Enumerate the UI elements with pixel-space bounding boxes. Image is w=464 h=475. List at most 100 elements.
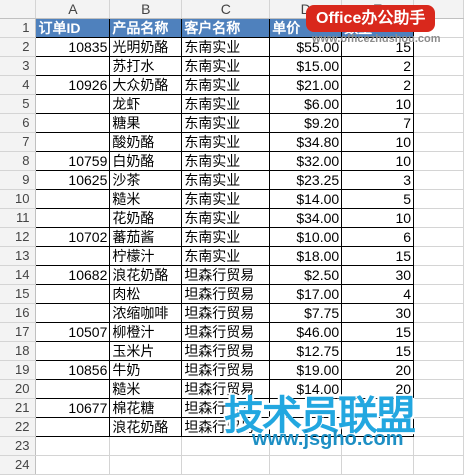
row-number[interactable]: 22 (0, 417, 37, 437)
customer-cell[interactable]: 东南实业 (181, 227, 271, 247)
empty-cell[interactable] (181, 455, 271, 475)
price-cell[interactable]: $6.00 (269, 94, 343, 114)
price-cell[interactable]: $23.25 (269, 170, 343, 190)
product-cell[interactable]: 糙米 (109, 189, 183, 209)
order-id-cell[interactable]: 10835 (35, 37, 111, 57)
column-header-c[interactable]: C (181, 0, 271, 19)
product-cell[interactable]: 花奶酪 (109, 208, 183, 228)
qty-cell[interactable]: 2 (341, 56, 415, 76)
customer-cell[interactable]: 东南实业 (181, 132, 271, 152)
customer-cell[interactable]: 坦森行贸易 (181, 265, 271, 285)
empty-cell[interactable] (413, 246, 464, 266)
qty-cell[interactable]: 15 (341, 341, 415, 361)
row-number[interactable]: 3 (0, 56, 37, 76)
row-number[interactable]: 11 (0, 208, 37, 228)
product-cell[interactable]: 糙米 (109, 379, 183, 399)
qty-cell[interactable]: 20 (341, 360, 415, 380)
order-id-cell[interactable] (35, 208, 111, 228)
customer-cell[interactable]: 东南实业 (181, 246, 271, 266)
price-cell[interactable]: $15.00 (269, 56, 343, 76)
product-cell[interactable]: 蕃茄酱 (109, 227, 183, 247)
order-id-cell[interactable] (35, 94, 111, 114)
qty-cell[interactable]: 2 (341, 75, 415, 95)
price-cell[interactable]: $18.00 (269, 246, 343, 266)
row-number[interactable]: 18 (0, 341, 37, 361)
row-number[interactable]: 21 (0, 398, 37, 418)
row-number[interactable]: 16 (0, 303, 37, 323)
price-cell[interactable]: $19.00 (269, 360, 343, 380)
empty-cell[interactable] (413, 341, 464, 361)
row-number[interactable]: 24 (0, 455, 37, 475)
row-number[interactable]: 6 (0, 113, 37, 133)
qty-cell[interactable]: 10 (341, 132, 415, 152)
empty-cell[interactable] (413, 151, 464, 171)
select-all-corner[interactable] (0, 0, 37, 19)
price-cell[interactable]: $46.00 (269, 322, 343, 342)
order-id-cell[interactable]: 10625 (35, 170, 111, 190)
product-cell[interactable]: 光明奶酪 (109, 37, 183, 57)
order-id-cell[interactable]: 10856 (35, 360, 111, 380)
product-cell[interactable]: 浪花奶酪 (109, 417, 183, 437)
order-id-cell[interactable]: 10759 (35, 151, 111, 171)
empty-cell[interactable] (413, 455, 464, 475)
row-number[interactable]: 12 (0, 227, 37, 247)
order-id-cell[interactable] (35, 189, 111, 209)
price-cell[interactable]: $34.80 (269, 132, 343, 152)
qty-cell[interactable]: 10 (341, 208, 415, 228)
order-id-cell[interactable]: 10926 (35, 75, 111, 95)
price-cell[interactable]: $10.00 (269, 227, 343, 247)
qty-cell[interactable]: 7 (341, 113, 415, 133)
product-cell[interactable]: 糖果 (109, 113, 183, 133)
empty-cell[interactable] (413, 265, 464, 285)
empty-cell[interactable] (413, 417, 464, 437)
price-cell[interactable]: $2.50 (269, 265, 343, 285)
customer-cell[interactable]: 东南实业 (181, 189, 271, 209)
qty-cell[interactable]: 10 (341, 94, 415, 114)
row-number[interactable]: 1 (0, 18, 37, 38)
customer-cell[interactable]: 坦森行贸易 (181, 284, 271, 304)
customer-cell[interactable]: 坦森行贸易 (181, 360, 271, 380)
order-id-cell[interactable] (35, 417, 111, 437)
row-number[interactable]: 2 (0, 37, 37, 57)
price-cell[interactable]: $34.00 (269, 208, 343, 228)
order-id-cell[interactable] (35, 113, 111, 133)
product-cell[interactable]: 白奶酪 (109, 151, 183, 171)
order-id-cell[interactable]: 10702 (35, 227, 111, 247)
order-id-cell[interactable] (35, 379, 111, 399)
price-cell[interactable]: $32.00 (269, 151, 343, 171)
empty-cell[interactable] (413, 208, 464, 228)
product-cell[interactable]: 大众奶酪 (109, 75, 183, 95)
empty-cell[interactable] (413, 360, 464, 380)
row-number[interactable]: 7 (0, 132, 37, 152)
empty-cell[interactable] (413, 75, 464, 95)
qty-cell[interactable]: 30 (341, 265, 415, 285)
product-cell[interactable]: 牛奶 (109, 360, 183, 380)
order-id-cell[interactable]: 10682 (35, 265, 111, 285)
row-number[interactable]: 8 (0, 151, 37, 171)
qty-cell[interactable]: 30 (341, 303, 415, 323)
order-id-cell[interactable]: 10507 (35, 322, 111, 342)
price-cell[interactable]: $7.75 (269, 303, 343, 323)
empty-cell[interactable] (413, 170, 464, 190)
row-number[interactable]: 20 (0, 379, 37, 399)
qty-cell[interactable]: 15 (341, 246, 415, 266)
product-cell[interactable]: 龙虾 (109, 94, 183, 114)
header-cell-product[interactable]: 产品名称 (109, 18, 183, 38)
customer-cell[interactable]: 东南实业 (181, 75, 271, 95)
column-header-a[interactable]: A (35, 0, 111, 19)
customer-cell[interactable]: 东南实业 (181, 37, 271, 57)
customer-cell[interactable]: 东南实业 (181, 94, 271, 114)
empty-cell[interactable] (35, 455, 111, 475)
row-number[interactable]: 9 (0, 170, 37, 190)
customer-cell[interactable]: 坦森行贸易 (181, 303, 271, 323)
row-number[interactable]: 17 (0, 322, 37, 342)
order-id-cell[interactable] (35, 303, 111, 323)
row-number[interactable]: 14 (0, 265, 37, 285)
product-cell[interactable]: 柠檬汁 (109, 246, 183, 266)
product-cell[interactable]: 浓缩咖啡 (109, 303, 183, 323)
header-cell-customer[interactable]: 客户名称 (181, 18, 271, 38)
column-header-b[interactable]: B (109, 0, 183, 19)
empty-cell[interactable] (413, 189, 464, 209)
qty-cell[interactable]: 15 (341, 322, 415, 342)
price-cell[interactable]: $21.00 (269, 75, 343, 95)
